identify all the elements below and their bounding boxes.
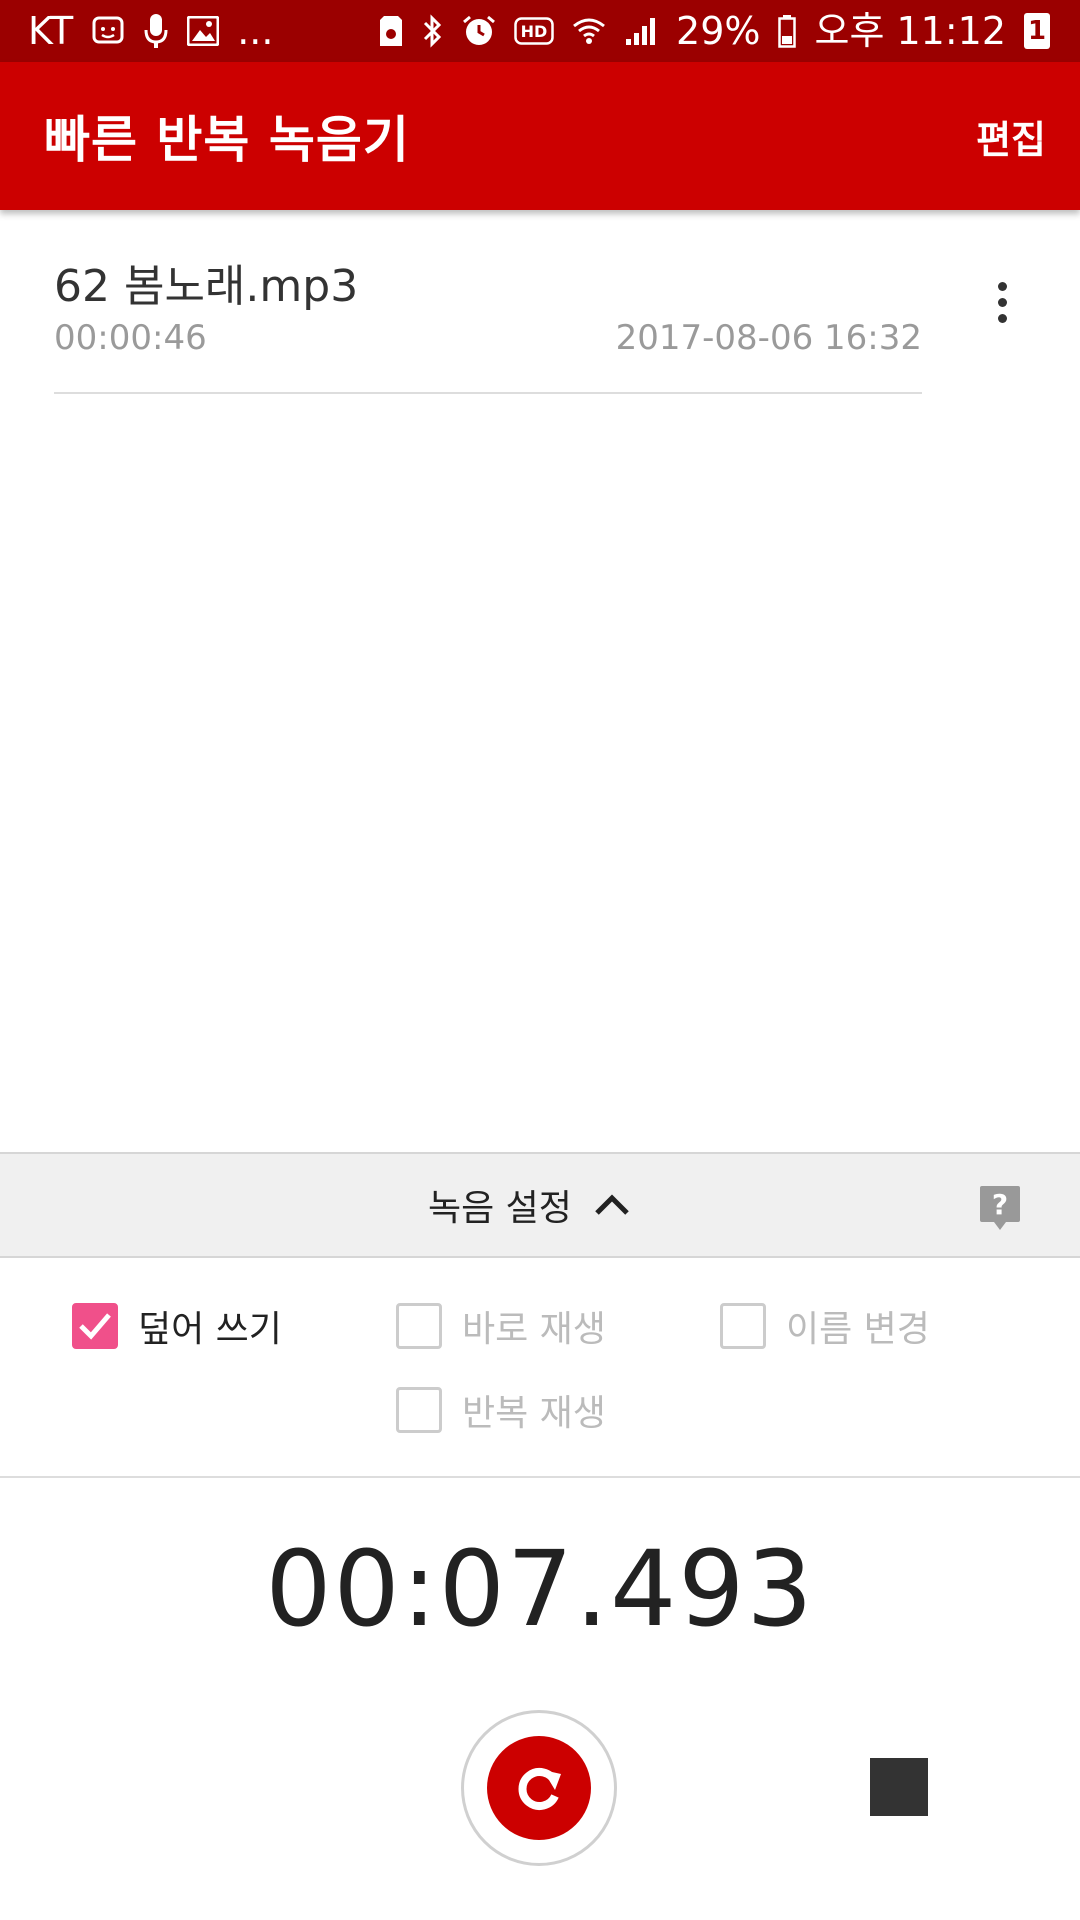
settings-toggle[interactable]: 녹음 설정 — [428, 1154, 630, 1256]
hd-icon: HD — [514, 11, 554, 51]
settings-header: 녹음 설정 ? — [0, 1152, 1080, 1258]
clock: 오후 11:12 — [814, 9, 1006, 53]
battery-percent: 29% — [676, 9, 761, 53]
instant-play-label: 바로 재생 — [462, 1309, 606, 1350]
more-vert-icon[interactable] — [978, 272, 1026, 332]
instant-play-checkbox[interactable] — [396, 1303, 442, 1349]
edit-button[interactable]: 편집 — [976, 109, 1046, 164]
image-icon — [187, 11, 220, 51]
recording-duration: 00:00:46 — [54, 318, 207, 358]
carrier-label: KT — [28, 9, 74, 53]
status-bar: KT ... HD 29% 오후 11:12 1 — [0, 0, 1080, 62]
redo-icon — [518, 1768, 561, 1810]
settings-title: 녹음 설정 — [428, 1188, 572, 1229]
overwrite-checkbox[interactable] — [72, 1303, 118, 1349]
option-repeat-play[interactable]: 반복 재생 — [396, 1384, 606, 1436]
repeat-play-checkbox[interactable] — [396, 1387, 442, 1433]
battery-icon — [778, 11, 797, 51]
svg-text:?: ? — [992, 1188, 1008, 1221]
hd-label: HD — [521, 22, 548, 41]
repeat-play-label: 반복 재생 — [462, 1393, 606, 1434]
more-notifications-label: ... — [237, 9, 274, 53]
help-icon[interactable]: ? — [978, 1184, 1022, 1232]
mic-icon — [143, 11, 169, 51]
check-icon — [79, 1313, 111, 1340]
app-bar: 빠른 반복 녹음기 편집 — [0, 62, 1080, 210]
app-title: 빠른 반복 녹음기 — [44, 111, 410, 169]
bluetooth-icon — [422, 11, 444, 51]
wifi-icon — [572, 11, 606, 51]
option-instant-play[interactable]: 바로 재생 — [396, 1300, 606, 1352]
overwrite-label: 덮어 쓰기 — [138, 1309, 282, 1350]
nfc-icon — [378, 11, 404, 51]
messenger-icon — [91, 11, 125, 51]
options-divider — [0, 1476, 1080, 1478]
recording-name: 62 봄노래.mp3 — [54, 261, 359, 312]
recording-list-item[interactable]: 62 봄노래.mp3 00:00:46 2017-08-06 16:32 — [54, 236, 922, 394]
record-timer: 00:07.493 — [265, 1528, 815, 1650]
rerecord-button-inner — [487, 1736, 591, 1840]
chevron-up-icon — [595, 1194, 629, 1215]
rerecord-button[interactable] — [461, 1710, 617, 1866]
notification-badge: 1 — [1024, 13, 1050, 49]
rename-checkbox[interactable] — [720, 1303, 766, 1349]
option-rename[interactable]: 이름 변경 — [720, 1300, 930, 1352]
signal-icon — [624, 11, 658, 51]
recording-date: 2017-08-06 16:32 — [615, 318, 922, 358]
option-overwrite[interactable]: 덮어 쓰기 — [72, 1300, 282, 1352]
stop-icon[interactable] — [870, 1758, 928, 1816]
rename-label: 이름 변경 — [786, 1309, 930, 1350]
status-bar-right: HD 29% 오후 11:12 1 — [378, 11, 1050, 51]
alarm-icon — [462, 11, 496, 51]
status-bar-left: KT ... — [28, 11, 273, 51]
